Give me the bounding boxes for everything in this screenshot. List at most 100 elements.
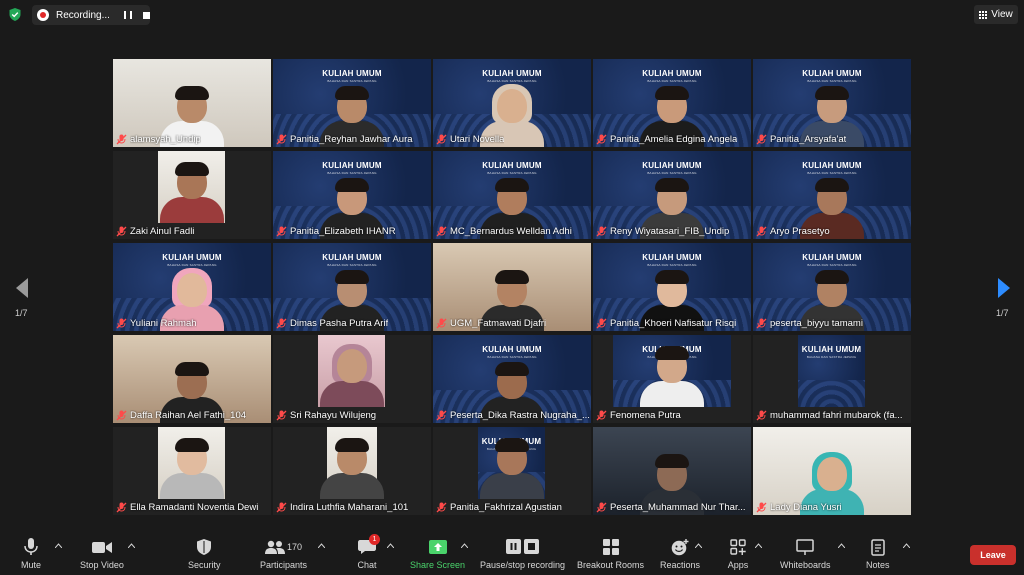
notes-options-caret-icon[interactable] <box>903 543 910 548</box>
muted-microphone-icon <box>116 502 127 512</box>
participant-name-bar: Yuliani Rahmah <box>113 315 271 331</box>
participant-tile[interactable]: KULIAH UMUMBAHASA DAN SASTRA JEPANG Panit… <box>273 151 431 239</box>
participants-button[interactable]: 170 Participants <box>260 538 307 570</box>
participant-silhouette <box>640 346 704 407</box>
apps-button[interactable]: Apps <box>727 538 749 570</box>
previous-page-arrow-icon[interactable] <box>16 278 28 298</box>
security-button[interactable]: Security <box>188 538 221 570</box>
banner-subtitle: BAHASA DAN SASTRA JEPANG <box>647 79 697 83</box>
participant-tile[interactable]: KULIAH UMUM BAHASA DAN SASTRA JEPANG Aryo … <box>753 151 911 239</box>
muted-microphone-icon <box>596 318 607 328</box>
whiteboards-options-caret-icon[interactable] <box>838 543 845 548</box>
pause-icon[interactable] <box>123 11 132 19</box>
shield-icon[interactable] <box>9 8 21 21</box>
participant-name-bar: Panitia_Amelia Edgina Angela <box>593 131 751 147</box>
muted-microphone-icon <box>436 318 447 328</box>
microphone-icon <box>20 538 42 556</box>
participant-tile[interactable]: KULIAH UMUMBAHASA DAN SASTRA JEPANG Fenom… <box>593 335 751 423</box>
participant-name: Indira Luthfia Maharani_101 <box>290 501 409 513</box>
participant-tile[interactable]: Indira Luthfia Maharani_101 <box>273 427 431 515</box>
recording-indicator[interactable]: Recording... <box>32 5 150 25</box>
banner-subtitle: BAHASA DAN SASTRA JEPANG <box>806 355 857 359</box>
participant-tile[interactable]: KULIAH UMUMBAHASA DAN SASTRA JEPANG Panit… <box>753 59 911 147</box>
participant-tile[interactable]: Lady Diana Yusri <box>753 427 911 515</box>
page-indicator-left: 1/7 <box>15 308 28 318</box>
participant-name-bar: Utari Novella <box>433 131 591 147</box>
banner-subtitle: BAHASA DAN SASTRA JEPANG <box>327 263 377 267</box>
reactions-options-caret-icon[interactable] <box>695 543 702 548</box>
participant-tile[interactable]: KULIAH UMUMBAHASA DAN SASTRA JEPANG Panit… <box>593 243 751 331</box>
participant-tile[interactable]: Zaki Ainul Fadli <box>113 151 271 239</box>
muted-microphone-icon <box>116 410 127 420</box>
banner-title: KULIAH UMUM <box>322 69 382 78</box>
participant-tile[interactable]: UGM_Fatmawati Djafri <box>433 243 591 331</box>
participant-tile[interactable]: Sri Rahayu Wilujeng <box>273 335 431 423</box>
banner-title: KULIAH UMUM <box>482 161 542 170</box>
muted-microphone-icon <box>276 134 287 144</box>
participant-name-bar: Panitia_Arsyafa'at <box>753 131 911 147</box>
participant-tile[interactable]: KULIAH UMUM BAHASA DAN SASTRA JEPANG Utari… <box>433 59 591 147</box>
participant-name-bar: muhammad fahri mubarok (fa... <box>753 407 911 423</box>
participant-tile[interactable]: Daffa Raihan Ael Fathi_104 <box>113 335 271 423</box>
video-gallery-grid: alamsyah_Undip KULIAH UMUM BAHASA DAN SAST… <box>113 59 911 516</box>
banner-subtitle: BAHASA DAN SASTRA JEPANG <box>487 355 537 359</box>
muted-microphone-icon <box>436 226 447 236</box>
banner-title: KULIAH UMUM <box>801 345 862 354</box>
participant-name-bar: UGM_Fatmawati Djafri <box>433 315 591 331</box>
leave-button[interactable]: Leave <box>970 545 1016 565</box>
view-button[interactable]: View <box>974 5 1018 24</box>
participant-name: Utari Novella <box>450 133 505 145</box>
participant-name: Zaki Ainul Fadli <box>130 225 195 237</box>
pause-stop-recording-button[interactable]: Pause/stop recording <box>480 538 565 570</box>
participant-video <box>158 427 225 499</box>
participant-tile[interactable]: KULIAH UMUM BAHASA DAN SASTRA JEPANG Yulia… <box>113 243 271 331</box>
participant-tile[interactable]: KULIAH UMUMBAHASA DAN SASTRA JEPANG Panit… <box>433 427 591 515</box>
participant-video: KULIAH UMUMBAHASA DAN SASTRA JEPANG <box>613 335 731 407</box>
participant-name-bar: Dimas Pasha Putra Arif <box>273 315 431 331</box>
participant-tile[interactable]: Ella Ramadanti Noventia Dewi <box>113 427 271 515</box>
participant-tile[interactable]: KULIAH UMUM BAHASA DAN SASTRA JEPANG Peser… <box>433 335 591 423</box>
virtual-background-banner: KULIAH UMUMBAHASA DAN SASTRA JEPANG <box>433 69 591 83</box>
participant-tile[interactable]: KULIAH UMUMBAHASA DAN SASTRA JEPANG Panit… <box>593 59 751 147</box>
muted-microphone-icon <box>756 226 767 236</box>
participant-tile[interactable]: KULIAH UMUM BAHASA DAN SASTRA JEPANG Dimas… <box>273 243 431 331</box>
mute-button[interactable]: Mute <box>20 538 42 570</box>
virtual-background-banner: KULIAH UMUMBAHASA DAN SASTRA JEPANG <box>273 161 431 175</box>
participant-tile[interactable]: Peserta_Muhammad Nur Thar... <box>593 427 751 515</box>
stop-icon[interactable] <box>142 11 150 19</box>
whiteboards-button[interactable]: Whiteboards <box>780 538 831 570</box>
pause-stop-recording-label: Pause/stop recording <box>480 560 566 570</box>
participants-options-caret-icon[interactable] <box>318 543 325 548</box>
virtual-background-banner: KULIAH UMUMBAHASA DAN SASTRA JEPANG <box>798 345 865 359</box>
participant-tile[interactable]: KULIAH UMUM BAHASA DAN SASTRA JEPANG muham… <box>753 335 911 423</box>
muted-microphone-icon <box>276 318 287 328</box>
chat-unread-badge: 1 <box>369 534 380 545</box>
apps-options-caret-icon[interactable] <box>755 543 762 548</box>
banner-title: KULIAH UMUM <box>642 253 702 262</box>
stop-video-button[interactable]: Stop Video <box>80 538 124 570</box>
mute-options-caret-icon[interactable] <box>55 543 62 548</box>
banner-subtitle: BAHASA DAN SASTRA JEPANG <box>807 79 857 83</box>
next-page-arrow-icon[interactable] <box>998 278 1010 298</box>
participant-tile[interactable]: KULIAH UMUM BAHASA DAN SASTRA JEPANG peser… <box>753 243 911 331</box>
participant-tile[interactable]: alamsyah_Undip <box>113 59 271 147</box>
banner-title: KULIAH UMUM <box>322 161 382 170</box>
share-screen-button[interactable]: Share Screen <box>410 538 465 570</box>
participant-silhouette <box>159 162 224 223</box>
share-options-caret-icon[interactable] <box>461 543 468 548</box>
participant-tile[interactable]: KULIAH UMUM BAHASA DAN SASTRA JEPANG Reny … <box>593 151 751 239</box>
participant-tile[interactable]: KULIAH UMUM BAHASA DAN SASTRA JEPANG MC_Be… <box>433 151 591 239</box>
participant-name: Panitia_Reyhan Jawhar Aura <box>290 133 413 145</box>
breakout-rooms-button[interactable]: Breakout Rooms <box>577 538 644 570</box>
participant-name-bar: alamsyah_Undip <box>113 131 271 147</box>
participant-name-bar: Sri Rahayu Wilujeng <box>273 407 431 423</box>
participant-tile[interactable]: KULIAH UMUMBAHASA DAN SASTRA JEPANG Panit… <box>273 59 431 147</box>
chat-bubble-icon: 1 <box>356 534 380 556</box>
notes-button[interactable]: Notes <box>866 538 890 570</box>
chat-button[interactable]: 1 Chat <box>356 534 380 570</box>
chat-options-caret-icon[interactable] <box>387 543 394 548</box>
video-options-caret-icon[interactable] <box>128 543 135 548</box>
participant-name: UGM_Fatmawati Djafri <box>450 317 547 329</box>
participant-name: Panitia_Khoeri Nafisatur Risqi <box>610 317 737 329</box>
apps-label: Apps <box>727 560 749 570</box>
